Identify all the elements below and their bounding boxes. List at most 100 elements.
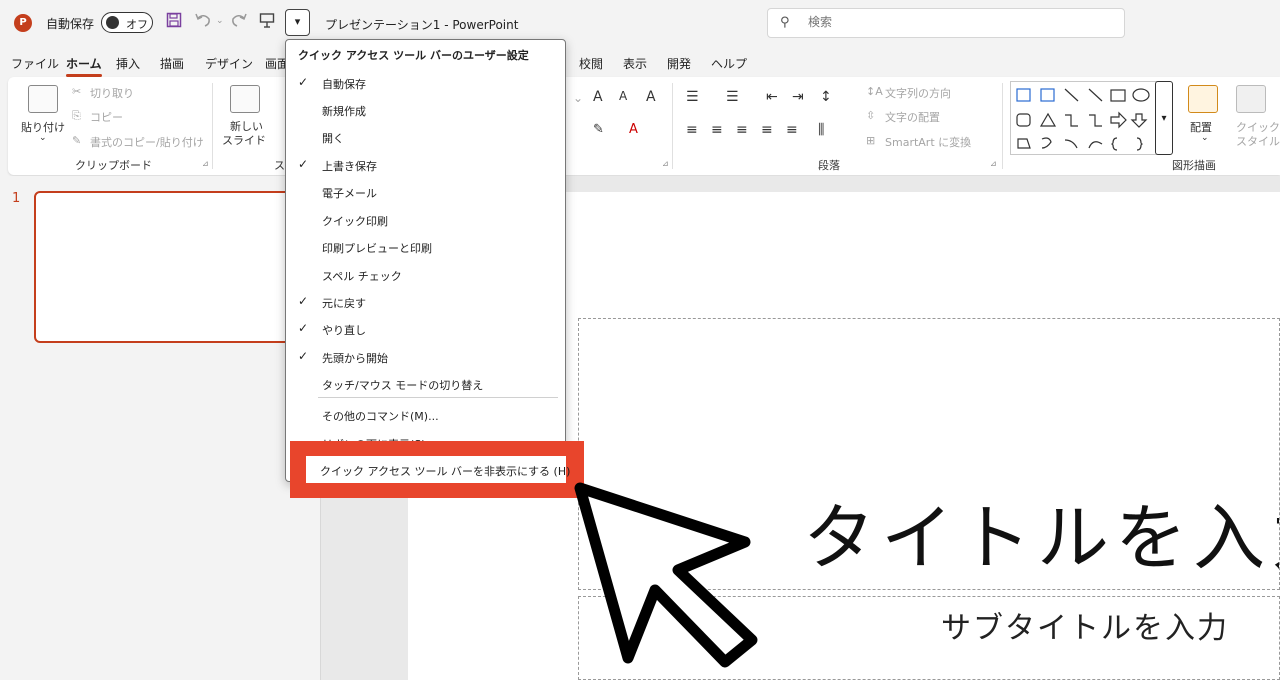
- clear-format-icon[interactable]: A: [646, 89, 656, 105]
- ribbon: 貼り付け ⌄ ✂ 切り取り ⎘ コピー ✎ 書式のコピー/貼り付け クリップボー…: [8, 77, 1280, 175]
- menu-item-label: 電子メール: [322, 187, 377, 200]
- paragraph-group-label: 段落: [818, 159, 840, 172]
- text-direction-button[interactable]: 文字列の方向: [885, 85, 951, 101]
- menu-item-touch-mode[interactable]: タッチ/マウス モードの切り替え: [286, 370, 565, 396]
- menu-item-label: 元に戻す: [322, 297, 366, 310]
- quick-styles-label-2[interactable]: スタイル: [1236, 133, 1280, 149]
- font-color-icon[interactable]: A: [629, 122, 638, 137]
- paragraph-launcher-icon[interactable]: ⊿: [990, 159, 997, 168]
- menu-item-label: クイック印刷: [322, 215, 388, 228]
- quick-styles-icon[interactable]: [1236, 85, 1266, 113]
- menu-item-redo[interactable]: ✓ やり直し: [286, 315, 565, 341]
- undo-icon[interactable]: [194, 12, 212, 32]
- menu-item-autosave[interactable]: ✓ 自動保存: [286, 69, 565, 95]
- arrange-icon[interactable]: [1188, 85, 1218, 113]
- numbering-icon[interactable]: ☰: [726, 89, 739, 105]
- menu-item-undo[interactable]: ✓ 元に戻す: [286, 288, 565, 314]
- copy-button[interactable]: コピー: [90, 109, 123, 125]
- highlight-color-icon[interactable]: ✎: [593, 122, 604, 137]
- new-slide-label-2[interactable]: スライド: [222, 132, 266, 148]
- smartart-icon: ⊞: [866, 134, 876, 147]
- toggle-knob: [106, 16, 119, 29]
- menu-item-more-commands[interactable]: その他のコマンド(M)...: [286, 401, 565, 427]
- document-title: プレゼンテーション1 - PowerPoint: [325, 18, 519, 32]
- menu-item-email[interactable]: 電子メール: [286, 178, 565, 204]
- search-box[interactable]: ⚲: [767, 8, 1125, 38]
- align-left-icon[interactable]: ≡: [686, 122, 698, 138]
- paste-icon[interactable]: [28, 85, 58, 113]
- slide-thumbnail-pane: 1: [0, 176, 320, 680]
- highlight-annotation: クイック アクセス ツール バーを非表示にする (H): [290, 441, 584, 498]
- menu-item-new[interactable]: 新規作成: [286, 96, 565, 122]
- ribbon-separator: [672, 83, 673, 169]
- increase-indent-icon[interactable]: ⇥: [792, 89, 804, 105]
- tab-review[interactable]: 校閲: [579, 55, 603, 72]
- smartart-button[interactable]: SmartArt に変換: [885, 134, 971, 150]
- columns-icon[interactable]: ⫼: [818, 122, 824, 138]
- menu-item-hide-toolbar[interactable]: クイック アクセス ツール バーを非表示にする (H): [306, 456, 570, 483]
- ribbon-separator: [212, 83, 213, 169]
- justify-icon[interactable]: ≡: [761, 122, 773, 138]
- arrange-dropdown-icon[interactable]: ⌄: [1201, 133, 1209, 143]
- menu-item-label: スペル チェック: [322, 270, 402, 283]
- title-placeholder-text: タイトルを入力: [803, 496, 1279, 580]
- cut-icon: ✂: [72, 85, 82, 98]
- format-painter-icon: ✎: [72, 134, 82, 147]
- grow-font-icon[interactable]: A: [593, 89, 603, 105]
- tab-draw[interactable]: 描画: [160, 55, 184, 72]
- clipboard-launcher-icon[interactable]: ⊿: [202, 159, 209, 168]
- ribbon-tabs: ファイル ホーム 挿入 描画 デザイン 画面 校閲 表示 開発 ヘルプ: [0, 46, 1280, 77]
- font-size-dropdown-icon[interactable]: ⌄: [573, 91, 583, 105]
- menu-item-from-beginning[interactable]: ✓ 先頭から開始: [286, 343, 565, 369]
- menu-item-print-preview[interactable]: 印刷プレビューと印刷: [286, 233, 565, 259]
- tab-view[interactable]: 表示: [623, 55, 647, 72]
- subtitle-placeholder-text: サブタイトルを入力: [941, 611, 1229, 646]
- new-slide-icon[interactable]: [230, 85, 260, 113]
- tab-developer[interactable]: 開発: [667, 55, 691, 72]
- shrink-font-icon[interactable]: A: [619, 89, 627, 103]
- menu-item-quick-print[interactable]: クイック印刷: [286, 206, 565, 232]
- search-input[interactable]: [808, 15, 1108, 29]
- check-icon: ✓: [298, 157, 309, 171]
- format-painter-button[interactable]: 書式のコピー/貼り付け: [90, 134, 204, 150]
- present-icon[interactable]: [259, 12, 275, 32]
- shapes-gallery[interactable]: [1010, 81, 1158, 155]
- undo-dropdown-icon[interactable]: ⌄: [216, 16, 224, 26]
- slide-thumbnail[interactable]: [34, 191, 294, 343]
- paste-dropdown-icon[interactable]: ⌄: [39, 133, 47, 143]
- menu-item-spelling[interactable]: スペル チェック: [286, 261, 565, 287]
- align-text-button[interactable]: 文字の配置: [885, 109, 940, 125]
- autosave-label: 自動保存: [46, 17, 95, 31]
- decrease-indent-icon[interactable]: ⇤: [766, 89, 778, 105]
- powerpoint-logo-icon: P: [14, 14, 32, 32]
- cut-button[interactable]: 切り取り: [90, 85, 134, 101]
- autosave-toggle[interactable]: オフ: [101, 12, 153, 33]
- menu-item-label: クイック アクセス ツール バーを非表示にする (H): [320, 465, 571, 478]
- tab-insert[interactable]: 挿入: [116, 55, 140, 72]
- check-icon: ✓: [298, 294, 309, 308]
- menu-item-save[interactable]: ✓ 上書き保存: [286, 151, 565, 177]
- distributed-icon[interactable]: ≡: [786, 122, 798, 138]
- quick-access-customize-menu: クイック アクセス ツール バーのユーザー設定 ✓ 自動保存 新規作成 開く ✓ 上…: [285, 39, 566, 482]
- tab-help[interactable]: ヘルプ: [711, 55, 747, 72]
- align-right-icon[interactable]: ≡: [736, 122, 748, 138]
- customize-quick-access-button[interactable]: ▾: [285, 9, 310, 36]
- align-text-icon: ⇳: [866, 109, 876, 122]
- title-bar: P 自動保存 オフ ⌄ ▾ プレゼンテーション1 - PowerPoint ⚲: [0, 0, 1280, 46]
- check-icon: ✓: [298, 321, 309, 335]
- shapes-icons: [1016, 88, 1150, 151]
- line-spacing-icon[interactable]: ↕: [820, 89, 832, 105]
- align-center-icon[interactable]: ≡: [711, 122, 723, 138]
- shapes-gallery-more-button[interactable]: ▾: [1155, 81, 1173, 155]
- tab-file[interactable]: ファイル: [11, 55, 59, 72]
- bullets-icon[interactable]: ☰: [686, 89, 699, 105]
- tab-design[interactable]: デザイン: [205, 55, 253, 72]
- menu-item-label: 印刷プレビューと印刷: [322, 242, 432, 255]
- check-icon: ✓: [298, 349, 309, 363]
- font-launcher-icon[interactable]: ⊿: [662, 159, 669, 168]
- redo-icon[interactable]: [230, 12, 248, 32]
- menu-item-open[interactable]: 開く: [286, 123, 565, 149]
- tab-home[interactable]: ホーム: [66, 55, 102, 77]
- menu-item-label: やり直し: [322, 324, 366, 337]
- save-icon[interactable]: [166, 12, 182, 32]
